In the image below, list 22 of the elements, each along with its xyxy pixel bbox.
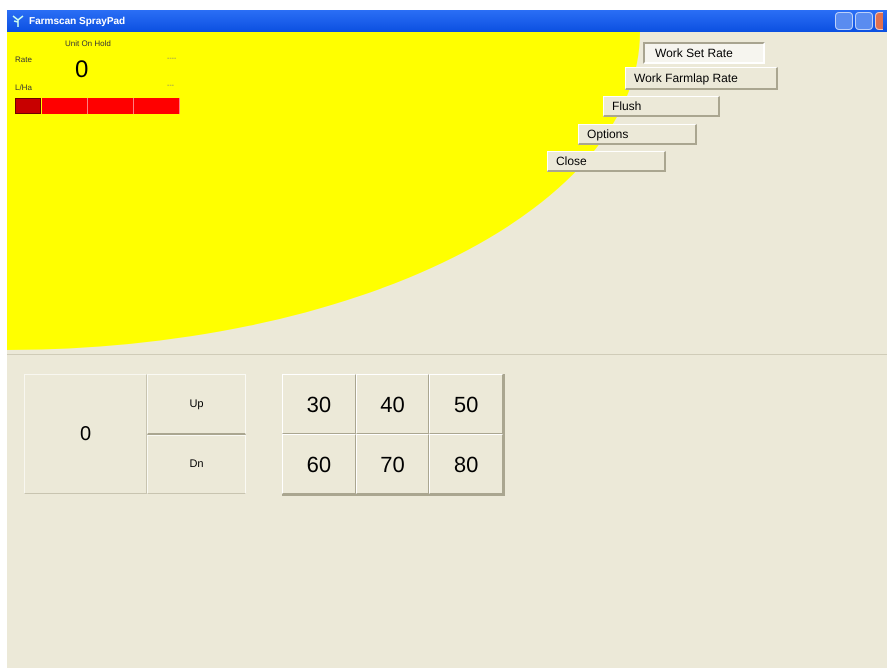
window-title: Farmscan SprayPad bbox=[29, 14, 126, 28]
rate-value: 0 bbox=[75, 58, 90, 82]
minimize-button[interactable] bbox=[835, 12, 853, 30]
action-button[interactable]: Close bbox=[547, 151, 666, 172]
unit-label: L/Ha bbox=[15, 82, 32, 94]
value-display: 0 bbox=[24, 374, 147, 494]
preset-button[interactable]: 70 bbox=[356, 434, 430, 494]
preset-button[interactable]: 50 bbox=[429, 374, 503, 434]
action-button[interactable]: Work Set Rate bbox=[643, 42, 765, 64]
action-button[interactable]: Flush bbox=[603, 96, 720, 117]
preset-button[interactable]: 40 bbox=[356, 374, 430, 434]
down-button[interactable]: Dn bbox=[147, 435, 246, 494]
preset-button[interactable]: 60 bbox=[282, 434, 356, 494]
preset-button[interactable]: 30 bbox=[282, 374, 356, 434]
action-button[interactable]: Work Farmlap Rate bbox=[625, 67, 778, 90]
rate-label: Rate bbox=[15, 54, 32, 66]
action-button[interactable]: Options bbox=[578, 124, 697, 145]
maximize-button[interactable] bbox=[855, 12, 873, 30]
status-text: Unit On Hold bbox=[65, 38, 112, 50]
preset-button[interactable]: 80 bbox=[429, 434, 503, 494]
up-button[interactable]: Up bbox=[147, 374, 246, 435]
plant-icon bbox=[11, 14, 25, 28]
